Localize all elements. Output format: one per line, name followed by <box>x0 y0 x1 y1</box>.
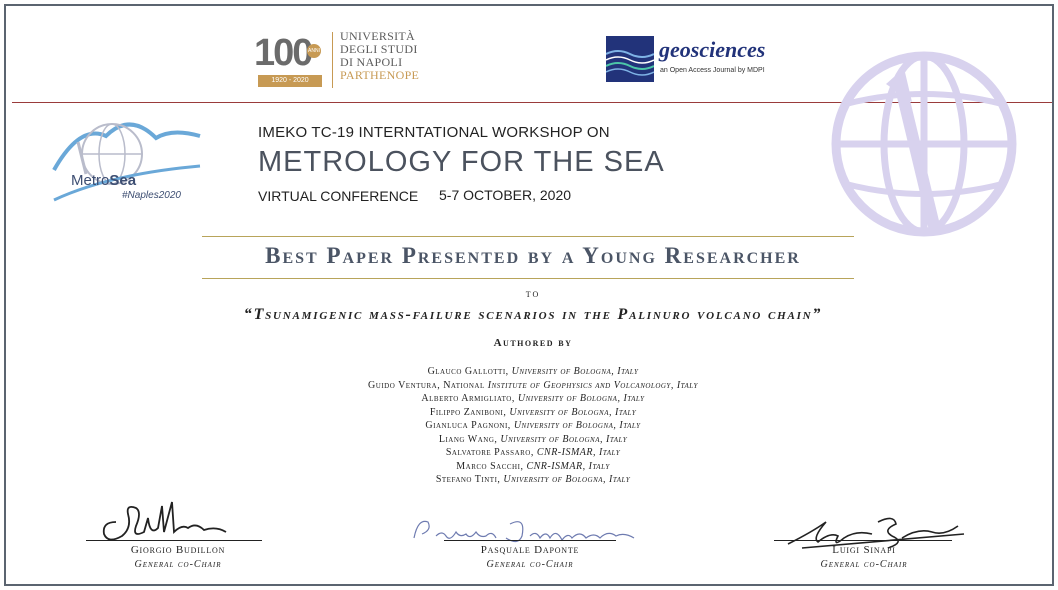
author-line: Salvatore Passaro, CNR-ISMAR, Italy <box>6 446 1052 460</box>
author-affiliation: CNR-ISMAR, Italy <box>536 447 621 458</box>
globe-watermark-icon <box>831 51 1017 237</box>
unina-name-line: PARTHENOPE <box>340 68 420 82</box>
author-line: Filippo Zaniboni, University of Bologna,… <box>6 406 1052 420</box>
signatory-name: Pasquale Daponte <box>480 544 580 556</box>
author-name: Salvatore Passaro, <box>445 447 537 458</box>
metrosea-tag: #Naples2020 <box>122 190 181 201</box>
author-name: Guido Ventura, National <box>368 379 488 391</box>
author-line: Liang Wang, University of Bologna, Italy <box>6 433 1052 447</box>
author-line: Alberto Armigliato, University of Bologn… <box>6 392 1052 406</box>
author-name: Stefano Tinti, <box>435 474 504 485</box>
author-affiliation: University of Bologna, Italy <box>513 420 641 431</box>
award-to-label: to <box>525 288 541 300</box>
author-affiliation: University of Bologna, Italy <box>503 474 631 485</box>
author-line: Guido Ventura, National Institute of Geo… <box>6 379 1052 393</box>
author-name: Marco Sacchi, <box>456 460 527 472</box>
author-affiliation: CNR-ISMAR, Italy <box>526 460 610 472</box>
certificate: 100 ANNI 1920 - 2020 UNIVERSITÀ DEGLI ST… <box>4 4 1054 586</box>
author-name: Filippo Zaniboni, <box>429 406 510 418</box>
author-list: Glauco Gallotti, University of Bologna, … <box>6 365 1052 487</box>
metrosea-name-light: Metro <box>71 172 110 189</box>
award-top-rule <box>202 236 854 237</box>
author-line: Stefano Tinti, University of Bologna, It… <box>6 473 1052 487</box>
author-line: Gianluca Pagnoni, University of Bologna,… <box>6 419 1052 433</box>
unina-name: UNIVERSITÀ DEGLI STUDI DI NAPOLI PARTHEN… <box>340 30 419 82</box>
signatory-name: Giorgio Budillon <box>130 544 226 556</box>
paper-title: “Tsunamigenic mass-failure scenarios in … <box>243 306 823 323</box>
author-name: Gianluca Pagnoni, <box>425 420 514 431</box>
signatory-role: General co-Chair <box>134 559 222 570</box>
author-name: Alberto Armigliato, <box>421 393 518 404</box>
geosciences-waves-icon <box>606 36 654 82</box>
author-line: Glauco Gallotti, University of Bologna, … <box>6 365 1052 379</box>
workshop-format: VIRTUAL CONFERENCE <box>258 188 419 204</box>
authored-by-label: Authored by <box>493 337 573 349</box>
author-name: Glauco Gallotti, <box>427 366 512 377</box>
unina-logo: 100 ANNI 1920 - 2020 UNIVERSITÀ DEGLI ST… <box>254 28 444 92</box>
metrosea-logo: MetroSea #Naples2020 <box>50 114 210 212</box>
unina-years-band: 1920 - 2020 <box>258 75 322 87</box>
author-affiliation: University of Bologna, Italy <box>509 406 637 418</box>
signature-line <box>774 540 952 541</box>
author-affiliation: University of Bologna, Italy <box>511 366 639 377</box>
award-bottom-rule <box>202 278 854 279</box>
unina-separator <box>332 32 333 88</box>
workshop-dates: 5-7 OCTOBER, 2020 <box>439 187 572 203</box>
geosciences-logo: geosciences an Open Access Journal by MD… <box>606 36 806 86</box>
author-affiliation: University of Bologna, Italy <box>517 393 645 404</box>
unina-centenary-number: 100 <box>254 32 313 74</box>
author-affiliation: University of Bologna, Italy <box>500 433 628 445</box>
award-title: Best Paper Presented by a Young Research… <box>265 243 801 268</box>
workshop-heading: IMEKO TC-19 INTERNTATIONAL WORKSHOP ON <box>258 124 610 141</box>
metrosea-name-bold: Sea <box>109 172 137 189</box>
workshop-title: METROLOGY FOR THE SEA <box>258 146 665 178</box>
unina-anni-badge: ANNI <box>307 44 321 58</box>
signatory-name: Luigi Sinapi <box>832 544 896 556</box>
signatory-role: General co-Chair <box>820 559 908 570</box>
signatory-role: General co-Chair <box>486 559 574 570</box>
author-line: Marco Sacchi, CNR-ISMAR, Italy <box>6 460 1052 474</box>
signature-line <box>444 540 616 541</box>
signature-line <box>86 540 262 541</box>
author-affiliation: Institute of Geophysics and Volcanology,… <box>487 379 698 391</box>
geosciences-tagline: an Open Access Journal by MDPI <box>660 67 765 74</box>
metrosea-name: MetroSea <box>71 172 136 189</box>
geosciences-name: geosciences <box>659 37 766 62</box>
author-name: Liang Wang, <box>438 433 501 445</box>
